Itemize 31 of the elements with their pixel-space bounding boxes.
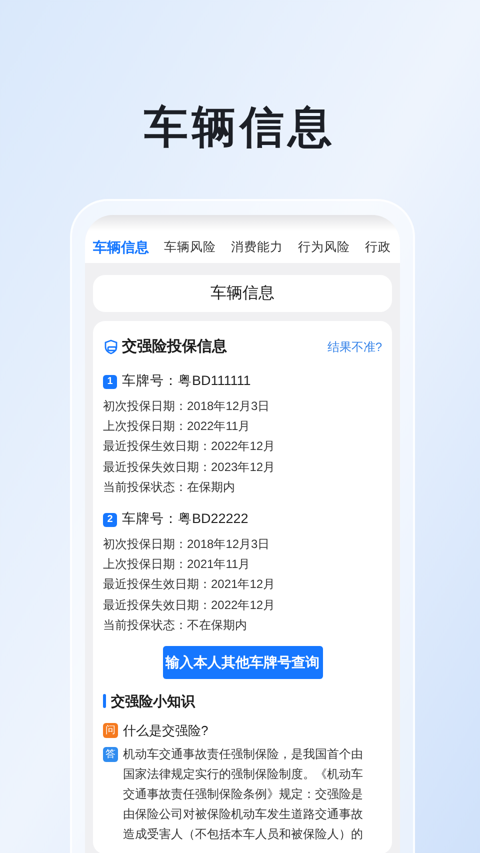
- tab[interactable]: 行政: [365, 238, 391, 256]
- info-line: 最近投保失效日期：2023年12月: [103, 458, 276, 476]
- question-badge: 问: [103, 722, 118, 738]
- section-title: 交强险投保信息: [122, 337, 227, 357]
- info-line: 初次投保日期：2018年12月3日: [103, 398, 271, 414]
- plate-number: 车牌号：粤BD111111: [122, 372, 251, 390]
- answer-text: 机动车交通事故责任强制保险，是我国首个由国家法律规定实行的强制保险制度。《机动车交通事故责任强制保险条例》规定：交强险是由保险公司对被保险机动车发生道路交通事故造成受害人（不包括本车人员和被保险人）的: [123, 746, 364, 844]
- info-line: 上次投保日期：2021年11月: [103, 556, 252, 573]
- query-button[interactable]: 输入本人其他车牌号查询: [162, 646, 322, 679]
- info-line: 最近投保失效日期：2022年12月: [103, 596, 276, 614]
- headline: 车辆信息: [144, 102, 336, 154]
- tab[interactable]: 车辆信息: [93, 236, 149, 258]
- page-title: 车辆信息: [210, 284, 274, 304]
- info-line: 最近投保生效日期：2021年12月: [103, 576, 276, 594]
- plate-number: 车牌号：粤BD22222: [122, 510, 248, 528]
- number-badge: 2: [103, 512, 117, 527]
- answer-badge: 答: [103, 747, 118, 762]
- number-badge: 1: [103, 374, 117, 388]
- tab[interactable]: 车辆风险: [164, 238, 216, 256]
- info-line: 当前投保状态：不在保期内: [103, 617, 248, 634]
- info-line: 最近投保生效日期：2022年12月: [103, 438, 276, 456]
- question-text: 什么是交强险?: [123, 722, 208, 740]
- info-line: 上次投保日期：2022年11月: [103, 418, 252, 435]
- info-line: 初次投保日期：2018年12月3日: [103, 536, 271, 553]
- tab[interactable]: 消费能力: [231, 238, 283, 256]
- info-line: 当前投保状态：在保期内: [103, 479, 236, 496]
- feedback-link[interactable]: 结果不准?: [327, 338, 382, 356]
- shield-car-icon: [103, 339, 119, 356]
- accent-bar: [103, 694, 106, 708]
- knowledge-title: 交强险小知识: [111, 692, 195, 711]
- tab[interactable]: 行为风险: [298, 238, 350, 256]
